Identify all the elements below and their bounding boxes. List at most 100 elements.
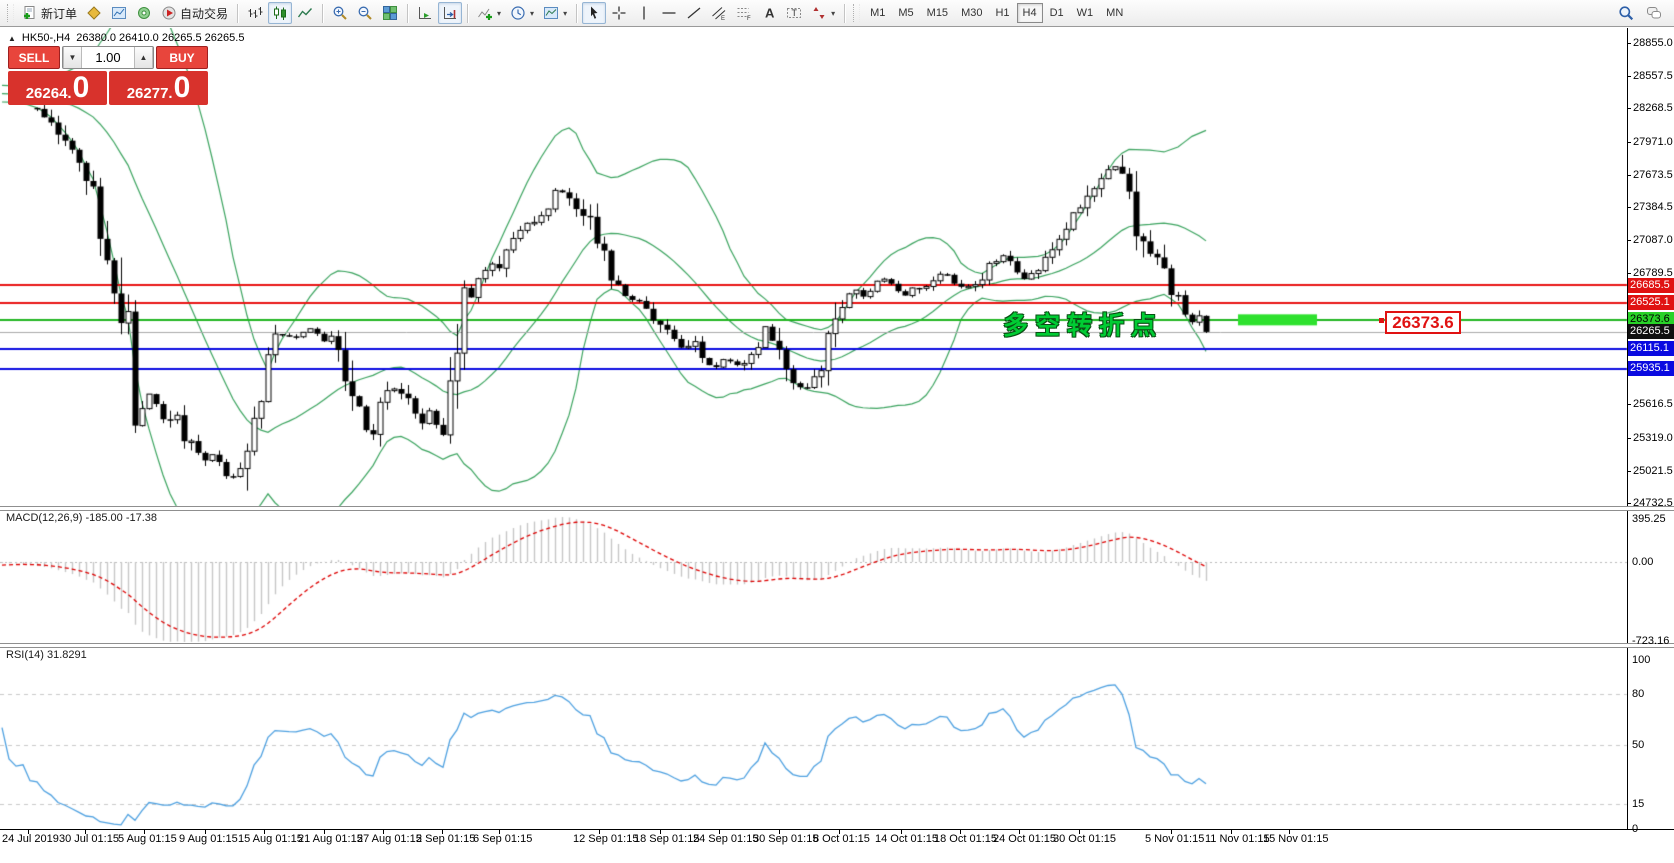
timeframe-m5[interactable]: M5 xyxy=(892,3,919,23)
time-axis-label: 2 Sep 01:15 xyxy=(416,833,475,845)
arrows-button[interactable]: ▾ xyxy=(807,2,839,24)
price-tick-mark xyxy=(1627,404,1631,405)
price-line-badge: 26525.1 xyxy=(1628,295,1674,310)
trendline-icon xyxy=(686,5,702,21)
tile-button[interactable] xyxy=(378,2,402,24)
label-icon: T xyxy=(786,5,802,21)
toolbar-separator xyxy=(322,4,323,23)
cursor-icon xyxy=(586,5,602,21)
toolbar-separator xyxy=(576,4,577,23)
trendline-button[interactable] xyxy=(682,2,706,24)
rsi-value: 31.8291 xyxy=(47,649,87,661)
timeframe-m30[interactable]: M30 xyxy=(955,3,988,23)
pane-separator[interactable] xyxy=(0,643,1674,648)
timeframe-d1[interactable]: D1 xyxy=(1044,3,1070,23)
indicators-button[interactable]: ▾ xyxy=(473,2,505,24)
search-button[interactable] xyxy=(1614,2,1638,24)
time-tick-mark xyxy=(205,829,206,834)
price-callout-label[interactable]: 26373.6 xyxy=(1385,311,1461,334)
dropdown-arrow-icon[interactable]: ▾ xyxy=(563,9,567,18)
shift-icon xyxy=(442,5,458,21)
template-button[interactable]: ▾ xyxy=(539,2,571,24)
price-tick-label: 24732.5 xyxy=(1633,497,1673,509)
price-tick-label: 28557.5 xyxy=(1633,70,1673,82)
time-axis-label: 5 Nov 01:15 xyxy=(1145,833,1204,845)
timeframe-w1[interactable]: W1 xyxy=(1071,3,1100,23)
time-tick-mark xyxy=(85,829,86,834)
volume-increase-button[interactable]: ▲ xyxy=(134,47,153,68)
profile-icon xyxy=(111,5,127,21)
chat-button[interactable] xyxy=(1642,2,1666,24)
time-axis-label: 11 Nov 01:15 xyxy=(1205,833,1270,845)
timeframe-h4[interactable]: H4 xyxy=(1017,3,1043,23)
sell-price[interactable]: 26264.0 xyxy=(8,71,107,105)
svg-text:F: F xyxy=(747,16,751,21)
vline-button[interactable] xyxy=(632,2,656,24)
crosshair-button[interactable] xyxy=(607,2,631,24)
dropdown-arrow-icon[interactable]: ▾ xyxy=(831,9,835,18)
time-axis-line xyxy=(0,829,1674,830)
text-button[interactable]: A xyxy=(757,2,781,24)
time-axis-label: 18 Sep 01:15 xyxy=(634,833,699,845)
fibo-button[interactable]: F xyxy=(732,2,756,24)
price-tick-label: 25021.5 xyxy=(1633,465,1673,477)
shift-button[interactable] xyxy=(438,2,462,24)
buy-price[interactable]: 26277.0 xyxy=(109,71,208,105)
rsi-axis-label: 100 xyxy=(1632,654,1650,666)
timeframe-m1[interactable]: M1 xyxy=(864,3,891,23)
buy-button[interactable]: BUY xyxy=(156,46,208,69)
chart-window: ▲ HK50-,H4 26380.0 26410.0 26265.5 26265… xyxy=(0,28,1674,863)
search-icon xyxy=(1618,5,1634,21)
chart-symbol: HK50-,H4 xyxy=(22,32,70,44)
vline-icon xyxy=(636,5,652,21)
price-tick-mark xyxy=(1627,438,1631,439)
autotrading-button[interactable]: 自动交易 xyxy=(157,2,232,24)
time-axis-label: 24 Oct 01:15 xyxy=(993,833,1056,845)
price-tick-mark xyxy=(1627,471,1631,472)
candles-button[interactable] xyxy=(268,2,292,24)
bars-button[interactable] xyxy=(243,2,267,24)
zoom-out-button[interactable] xyxy=(353,2,377,24)
time-tick-mark xyxy=(779,829,780,834)
cursor-button[interactable] xyxy=(582,2,606,24)
zoom-in-button[interactable] xyxy=(328,2,352,24)
pane-separator[interactable] xyxy=(0,506,1674,511)
timeframe-h1[interactable]: H1 xyxy=(989,3,1015,23)
new-order-button[interactable]: 新订单 xyxy=(18,2,81,24)
time-axis-label: 27 Aug 01:15 xyxy=(357,833,422,845)
channel-button[interactable]: E xyxy=(707,2,731,24)
price-chart-canvas[interactable] xyxy=(0,28,1674,829)
zoom-in-icon xyxy=(332,5,348,21)
timeframe-m15[interactable]: M15 xyxy=(921,3,954,23)
timeframe-mn[interactable]: MN xyxy=(1100,3,1129,23)
profile-button[interactable] xyxy=(107,2,131,24)
rsi-axis-label: 80 xyxy=(1632,688,1644,700)
new-order-label: 新订单 xyxy=(41,5,77,22)
sell-button[interactable]: SELL xyxy=(8,46,60,69)
time-tick-mark xyxy=(28,829,29,834)
hline-button[interactable] xyxy=(657,2,681,24)
time-axis-label: 14 Oct 01:15 xyxy=(875,833,938,845)
zoom-out-icon xyxy=(357,5,373,21)
price-axis-line xyxy=(1627,28,1628,829)
toolbar-grip[interactable] xyxy=(7,4,14,22)
rsi-axis-label: 50 xyxy=(1632,739,1644,751)
dropdown-arrow-icon[interactable]: ▾ xyxy=(497,9,501,18)
panel-collapse-arrow[interactable]: ▲ xyxy=(8,34,16,43)
dropdown-arrow-icon[interactable]: ▾ xyxy=(530,9,534,18)
price-tick-label: 27087.0 xyxy=(1633,234,1673,246)
label-button[interactable]: T xyxy=(782,2,806,24)
periods-icon xyxy=(510,5,526,21)
volume-input[interactable] xyxy=(82,47,134,68)
toolbar-grip[interactable] xyxy=(853,4,860,22)
linechart-button[interactable] xyxy=(293,2,317,24)
crosshair-icon xyxy=(611,5,627,21)
volume-decrease-button[interactable]: ▼ xyxy=(63,47,82,68)
tile-icon xyxy=(382,5,398,21)
signal-button[interactable] xyxy=(132,2,156,24)
periods-button[interactable]: ▾ xyxy=(506,2,538,24)
time-tick-mark xyxy=(383,829,384,834)
metaeditor-button[interactable] xyxy=(82,2,106,24)
chart-title: ▲ HK50-,H4 26380.0 26410.0 26265.5 26265… xyxy=(8,32,244,44)
autoscroll-button[interactable] xyxy=(413,2,437,24)
